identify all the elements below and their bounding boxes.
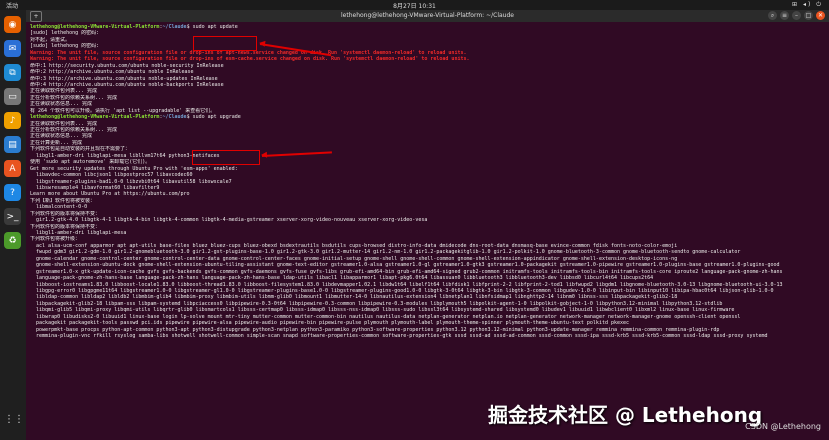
prompt-command: $ sudo apt update	[186, 24, 238, 30]
maximize-icon[interactable]: □	[804, 11, 813, 20]
help-icon[interactable]: ?	[4, 184, 21, 201]
csdn-watermark: CSDN @Lethehong	[745, 422, 821, 431]
output-line: fwupd gdm3 gir1.2-gdm-1.0 gir1.2-gnomebl…	[30, 249, 741, 256]
watermark: 掘金技术社区 @ Lethehong	[488, 403, 763, 427]
terminal-icon[interactable]: >_	[4, 208, 21, 225]
minimize-icon[interactable]: –	[792, 11, 801, 20]
software-icon[interactable]: A	[4, 160, 21, 177]
show-apps-icon[interactable]: ⋮⋮⋮	[4, 414, 34, 431]
output-line: libboost-iostreams1.83.0 libboost-locale…	[30, 281, 783, 288]
thunderbird-icon[interactable]: ✉	[4, 40, 21, 57]
terminal-title: lethehong@lethehong-VMware-Virtual-Platf…	[341, 12, 514, 19]
files-icon[interactable]: ▭	[4, 88, 21, 105]
prompt-path: ~/Claude	[162, 114, 187, 121]
system-status-icons[interactable]: ⊞ ◂) ⏻	[792, 1, 823, 9]
prompt-path: ~/Claude	[162, 24, 187, 30]
terminal-output[interactable]: lethehong@lethehong-VMware-Virtual-Platf…	[26, 22, 829, 440]
highlight-box-apt-update	[193, 36, 257, 51]
rhythmbox-icon[interactable]: ♪	[4, 112, 21, 129]
firefox-icon[interactable]: ◉	[4, 16, 21, 33]
output-line: libqmi-glib5 libqmi-proxy libqmi-utils l…	[30, 307, 735, 314]
trash-icon[interactable]: ♻	[4, 232, 21, 249]
highlight-box-apt-upgrade	[192, 150, 260, 165]
dock: ◉ ✉ ⧉ ▭ ♪ ▤ A? >_ ♻ ⋮⋮⋮	[0, 10, 34, 440]
menu-icon[interactable]: ≡	[780, 11, 789, 20]
prompt-command: $ sudo apt upgrade	[186, 114, 241, 121]
system-top-bar: 活动 8月27日 10:31 ⊞ ◂) ⏻	[0, 0, 829, 10]
window-controls: ⌕ ≡ – □ ✕	[768, 11, 825, 20]
prompt-user: lethehong@lethehong-VMware-Virtual-Platf…	[30, 114, 160, 121]
output-line: remmina-plugin-vnc rfkill rsyslog samba-…	[30, 333, 768, 339]
vscode-icon[interactable]: ⧉	[4, 64, 21, 81]
terminal-window: + lethehong@lethehong-VMware-Virtual-Pla…	[26, 10, 829, 440]
writer-icon[interactable]: ▤	[4, 136, 21, 153]
output-line: gnome-shell-extension-ubuntu-dock gnome-…	[30, 262, 780, 269]
search-icon[interactable]: ⌕	[768, 11, 777, 20]
prompt-user: lethehong@lethehong-VMware-Virtual-Platf…	[30, 24, 160, 30]
clock[interactable]: 8月27日 10:31	[0, 1, 829, 10]
terminal-lines: lethehong@lethehong-VMware-Virtual-Platf…	[26, 22, 829, 339]
close-icon[interactable]: ✕	[816, 11, 825, 20]
terminal-titlebar[interactable]: + lethehong@lethehong-VMware-Virtual-Pla…	[26, 10, 829, 22]
